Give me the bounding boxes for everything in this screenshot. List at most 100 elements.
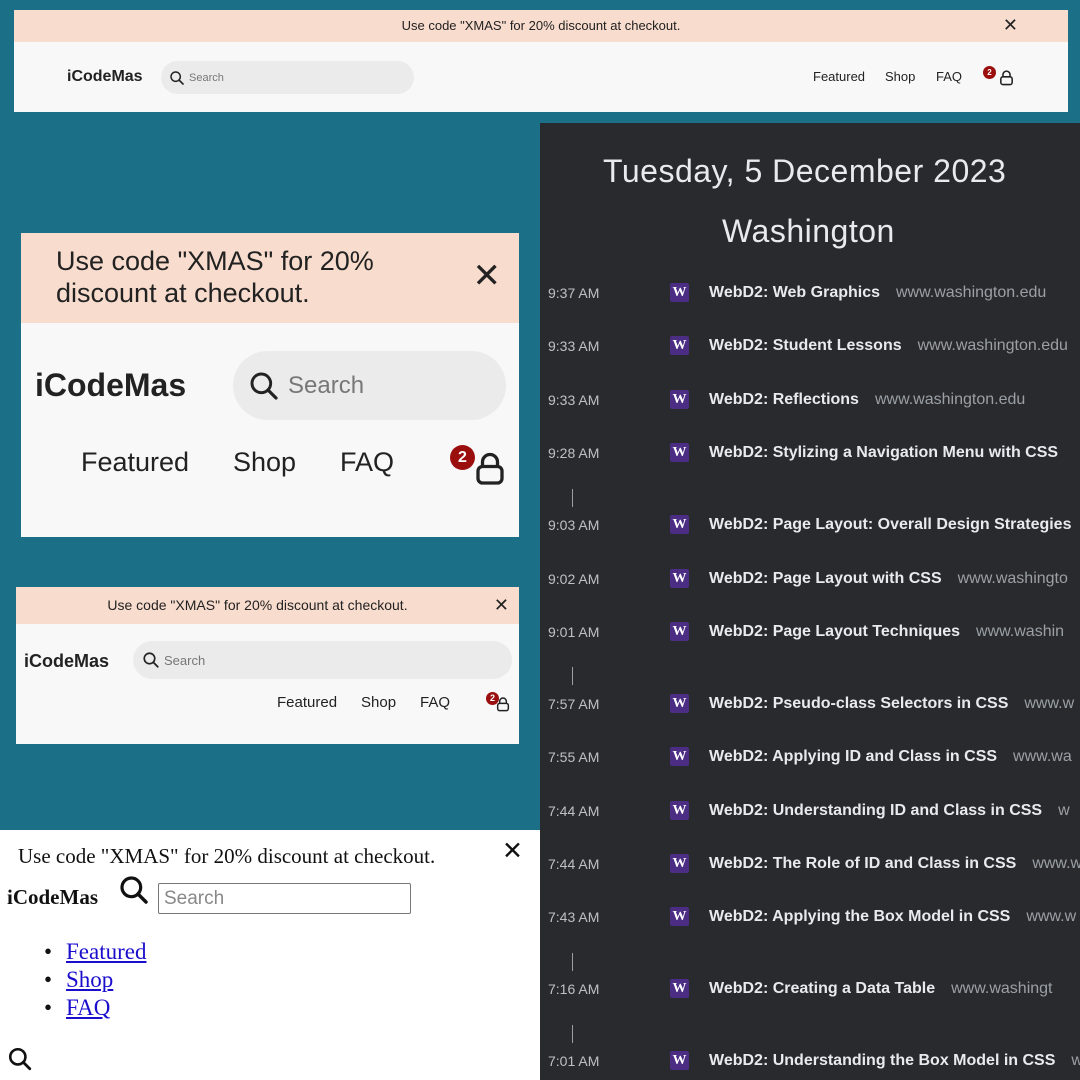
nav-link-faq[interactable]: FAQ	[340, 447, 394, 478]
search-input[interactable]: Search	[161, 61, 414, 94]
list-item: Shop	[44, 966, 146, 994]
close-icon[interactable]: ✕	[1003, 16, 1018, 34]
history-title[interactable]: WebD2: Understanding the Box Model in CS…	[709, 1052, 1080, 1070]
brand-logo[interactable]: iCodeMas	[24, 651, 109, 672]
history-entry[interactable]: 9:33 AM W WebD2: Reflections www.washington…	[540, 380, 1080, 420]
history-title-text: WebD2: Applying ID and Class in CSS	[709, 748, 998, 765]
history-entry[interactable]: 7:16 AM W WebD2: Creating a Data Table www.…	[540, 969, 1080, 1009]
history-title-text: WebD2: Reflections	[709, 391, 859, 408]
search-icon	[250, 372, 278, 400]
history-entry[interactable]: 9:28 AM W WebD2: Stylizing a Navigation Me…	[540, 433, 1080, 473]
history-domain: www.w	[1024, 695, 1075, 712]
history-domain: www.washington.edu	[896, 284, 1047, 301]
uw-favicon-icon: W	[670, 569, 689, 588]
nav-link-faq[interactable]: FAQ	[66, 995, 110, 1020]
history-time: 9:33 AM	[548, 392, 600, 408]
history-title[interactable]: WebD2: Page Layout with CSS www.washingto	[709, 570, 1068, 588]
brand-logo[interactable]: iCodeMas	[35, 367, 186, 404]
close-icon[interactable]: ✕	[473, 259, 502, 293]
list-item: Featured	[44, 938, 146, 966]
search-icon	[170, 70, 184, 85]
uw-favicon-icon: W	[670, 979, 689, 998]
search-icon[interactable]	[7, 1046, 33, 1072]
history-time: 7:55 AM	[548, 749, 600, 765]
history-time: 9:33 AM	[548, 338, 600, 354]
history-title[interactable]: WebD2: Student Lessons www.washington.edu	[709, 337, 1068, 355]
navbar: iCodeMas Search Featured Shop FAQ 2	[14, 42, 1068, 112]
session-gap-divider	[572, 489, 573, 507]
nav-link-featured[interactable]: Featured	[81, 447, 189, 478]
desktop-header-preview: Use code "XMAS" for 20% discount at chec…	[14, 10, 1068, 112]
lock-icon	[496, 697, 510, 712]
nav-link-featured[interactable]: Featured	[813, 69, 865, 84]
uw-favicon-icon: W	[670, 336, 689, 355]
history-title[interactable]: WebD2: Page Layout Techniques www.washin	[709, 623, 1064, 641]
history-title[interactable]: WebD2: Pseudo-class Selectors in CSS www.…	[709, 695, 1074, 713]
history-title-text: WebD2: Applying the Box Model in CSS	[709, 908, 1011, 925]
history-date-heading: Tuesday, 5 December 2023	[603, 153, 1007, 189]
nav-link-shop[interactable]: Shop	[361, 694, 396, 711]
nav-link-faq[interactable]: FAQ	[420, 694, 450, 711]
nav-link-shop[interactable]: Shop	[885, 69, 915, 84]
promo-banner: Use code "XMAS" for 20% discount at chec…	[14, 10, 1068, 42]
history-title[interactable]: WebD2: Reflections www.washington.edu	[709, 391, 1025, 409]
history-title-text: WebD2: Stylizing a Navigation Menu with …	[709, 444, 1059, 461]
history-title[interactable]: WebD2: Creating a Data Table www.washingt	[709, 980, 1053, 998]
history-title[interactable]: WebD2: Web Graphics www.washington.edu	[709, 284, 1046, 302]
uw-favicon-icon: W	[670, 515, 689, 534]
history-entry[interactable]: 7:43 AM W WebD2: Applying the Box Model in…	[540, 897, 1080, 937]
search-input[interactable]: Search	[233, 351, 506, 420]
history-title[interactable]: WebD2: Understanding ID and Class in CSS…	[709, 802, 1070, 820]
history-title[interactable]: WebD2: Applying the Box Model in CSS www.…	[709, 908, 1076, 926]
nav-link-shop[interactable]: Shop	[233, 447, 296, 478]
nav-link-shop[interactable]: Shop	[66, 967, 113, 992]
cart-button[interactable]: 2	[983, 66, 1015, 88]
search-input[interactable]: Search	[158, 883, 411, 914]
brand-logo[interactable]: iCodeMas	[67, 68, 143, 86]
brand-logo[interactable]: iCodeMas	[7, 885, 98, 910]
history-domain: www.washin	[976, 623, 1065, 640]
uw-favicon-icon: W	[670, 283, 689, 302]
cart-button[interactable]: 2	[450, 445, 508, 485]
history-entry[interactable]: 9:37 AM W WebD2: Web Graphics www.washingto…	[540, 273, 1080, 313]
history-domain: www.wa	[1013, 748, 1072, 765]
close-icon[interactable]: ✕	[502, 836, 523, 866]
history-entry[interactable]: 7:57 AM W WebD2: Pseudo-class Selectors in…	[540, 684, 1080, 724]
history-domain: www.washington.edu	[874, 391, 1026, 408]
lock-icon	[476, 452, 504, 485]
session-gap-divider	[572, 667, 573, 685]
history-title-text: WebD2: Understanding the Box Model in CS…	[709, 1052, 1056, 1069]
zoomed-header-preview: Use code "XMAS" for 20% discount at chec…	[21, 233, 519, 537]
history-title[interactable]: WebD2: Page Layout: Overall Design Strat…	[709, 516, 1080, 534]
history-title-text: WebD2: Page Layout Techniques	[709, 623, 961, 640]
history-entry[interactable]: 7:01 AM W WebD2: Understanding the Box Mod…	[540, 1041, 1080, 1080]
close-icon[interactable]: ✕	[494, 596, 509, 614]
history-entry[interactable]: 7:55 AM W WebD2: Applying ID and Class in …	[540, 737, 1080, 777]
history-entry[interactable]: 7:44 AM W WebD2: The Role of ID and Class …	[540, 844, 1080, 884]
history-entry[interactable]: 7:44 AM W WebD2: Understanding ID and Clas…	[540, 791, 1080, 831]
promo-banner: Use code "XMAS" for 20% discount at chec…	[21, 233, 519, 323]
history-entry[interactable]: 9:02 AM W WebD2: Page Layout with CSS www.w…	[540, 559, 1080, 599]
nav-link-faq[interactable]: FAQ	[936, 69, 962, 84]
nav-link-featured[interactable]: Featured	[277, 694, 337, 711]
history-entry[interactable]: 9:33 AM W WebD2: Student Lessons www.washin…	[540, 326, 1080, 366]
history-entry[interactable]: 9:01 AM W WebD2: Page Layout Techniques www…	[540, 612, 1080, 652]
history-title[interactable]: WebD2: The Role of ID and Class in CSS ww…	[709, 855, 1080, 873]
history-time: 9:03 AM	[548, 517, 600, 533]
history-entry[interactable]: 9:03 AM W WebD2: Page Layout: Overall Desi…	[540, 505, 1080, 545]
history-location-heading: Washington	[722, 213, 895, 249]
search-icon	[143, 652, 159, 668]
history-title-text: WebD2: Pseudo-class Selectors in CSS	[709, 695, 1009, 712]
search-input[interactable]: Search	[133, 641, 512, 679]
search-icon[interactable]	[118, 874, 150, 906]
tablet-header-preview: Use code "XMAS" for 20% discount at chec…	[16, 587, 519, 744]
search-placeholder: Search	[288, 371, 365, 399]
history-title[interactable]: WebD2: Applying ID and Class in CSS www.w…	[709, 748, 1072, 766]
lock-icon	[1000, 70, 1013, 86]
cart-button[interactable]: 2	[486, 692, 512, 714]
history-time: 9:01 AM	[548, 624, 600, 640]
uw-favicon-icon: W	[670, 907, 689, 926]
history-title[interactable]: WebD2: Stylizing a Navigation Menu with …	[709, 444, 1074, 462]
uw-favicon-icon: W	[670, 694, 689, 713]
nav-link-featured[interactable]: Featured	[66, 939, 146, 964]
